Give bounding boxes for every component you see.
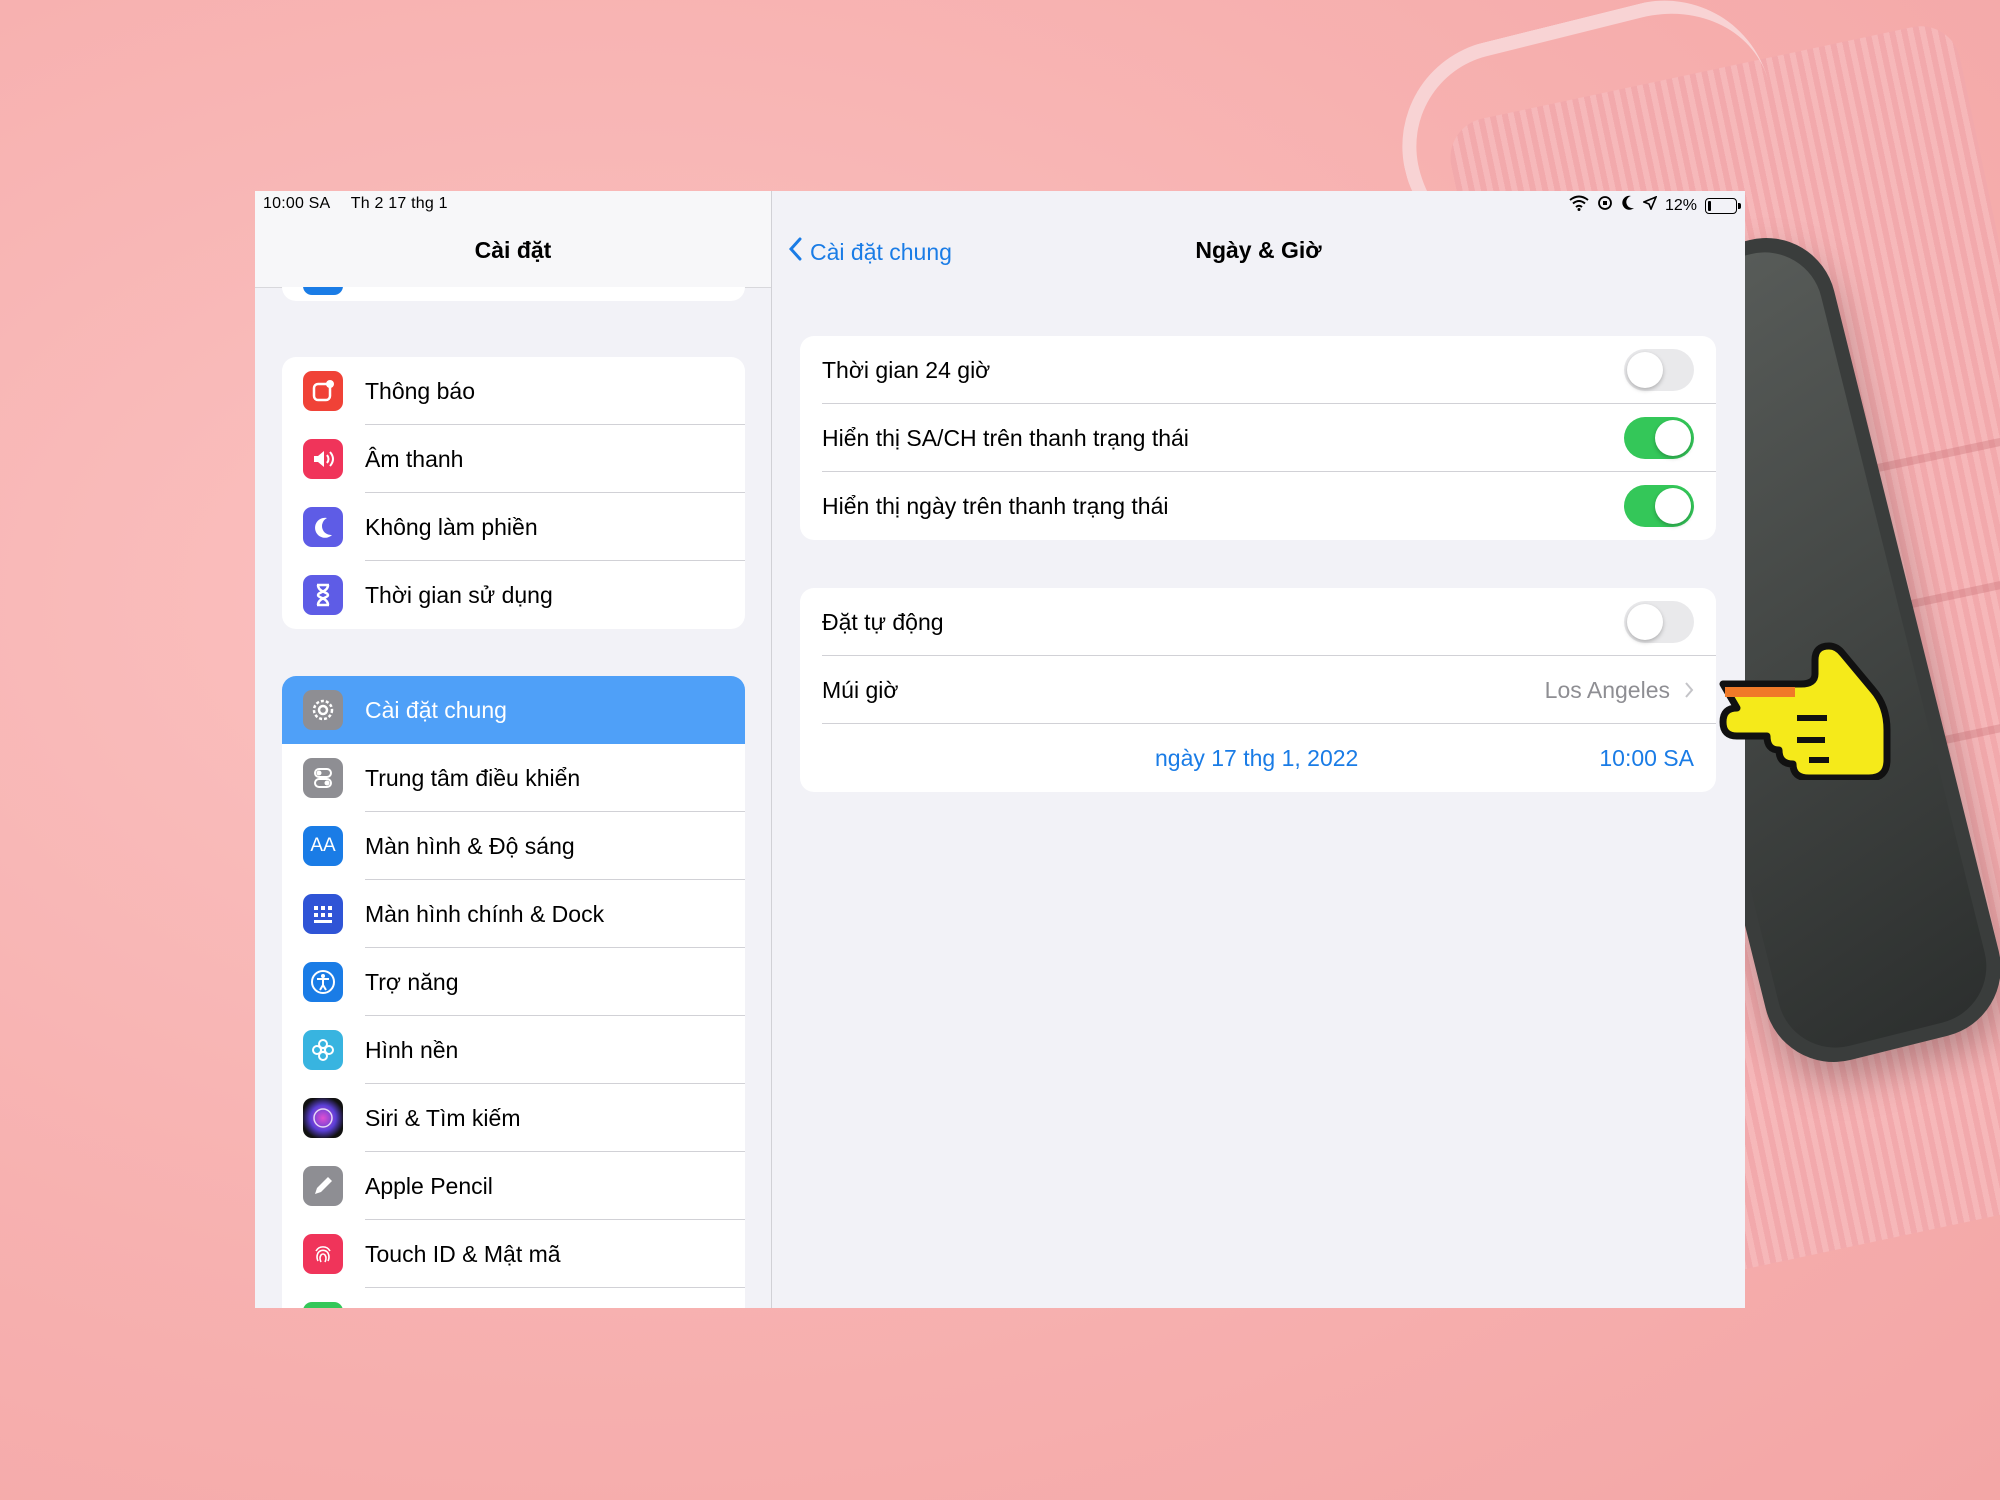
- wifi-icon: [1569, 195, 1589, 216]
- row-show-date: Hiển thị ngày trên thanh trạng thái: [800, 472, 1716, 540]
- fingerprint-icon: [303, 1234, 343, 1274]
- siri-icon: [303, 1098, 343, 1138]
- sidebar-item-notifications[interactable]: Thông báo: [282, 357, 745, 425]
- sidebar-item-siri-search[interactable]: Siri & Tìm kiếm: [282, 1084, 745, 1152]
- toggles-icon: [303, 758, 343, 798]
- settings-sidebar: 10:00 SA Th 2 17 thg 1 Cài đặt Thông báo…: [255, 191, 772, 1308]
- location-arrow-icon: [1641, 195, 1658, 215]
- sidebar-item-label: Trung tâm điều khiển: [365, 764, 581, 791]
- speaker-icon: [303, 439, 343, 479]
- time-zone-card: Đặt tự động Múi giờ Los Angeles ngày 17 …: [800, 588, 1716, 792]
- sidebar-title: Cài đặt: [474, 237, 552, 263]
- sidebar-item-label: Touch ID & Mật mã: [365, 1240, 561, 1267]
- sidebar-item-label: Hình nền: [365, 1036, 459, 1063]
- sidebar-item-control-center[interactable]: Trung tâm điều khiển: [282, 744, 745, 812]
- sidebar-item-touch-id[interactable]: Touch ID & Mật mã: [282, 1220, 745, 1288]
- sidebar-item-label: Không làm phiền: [365, 513, 538, 540]
- status-time: 10:00 SA: [263, 195, 331, 212]
- sidebar-header: 10:00 SA Th 2 17 thg 1 Cài đặt: [255, 191, 771, 288]
- time-format-card: Thời gian 24 giờ Hiển thị SA/CH trên tha…: [800, 336, 1716, 540]
- row-label: Thời gian 24 giờ: [822, 356, 991, 383]
- battery-app-icon: [303, 1302, 343, 1308]
- time-picker-button[interactable]: 10:00 SA: [1599, 745, 1694, 772]
- battery-percent: 12%: [1664, 196, 1697, 214]
- sidebar-item-label: Màn hình & Độ sáng: [365, 832, 575, 859]
- pointing-hand-icon: [1719, 642, 1891, 780]
- sidebar-item-label: Âm thanh: [365, 445, 464, 472]
- moon-icon: [303, 507, 343, 547]
- row-24-hour-time: Thời gian 24 giờ: [800, 336, 1716, 404]
- sidebar-item-label: Apple Pencil: [365, 1172, 493, 1199]
- sidebar-item-display-brightness[interactable]: AA Màn hình & Độ sáng: [282, 812, 745, 880]
- battery-icon: [1705, 197, 1741, 214]
- sidebar-group-notifications: Thông báo Âm thanh Không làm phiền Thời …: [282, 357, 745, 629]
- sidebar-item-wallpaper[interactable]: Hình nền: [282, 1016, 745, 1084]
- row-show-am-pm: Hiển thị SA/CH trên thanh trạng thái: [800, 404, 1716, 472]
- toggle-24-hour[interactable]: [1624, 349, 1694, 391]
- row-label: Đặt tự động: [822, 608, 944, 635]
- sidebar-item-label: Thời gian sử dụng: [365, 581, 553, 608]
- sidebar-item-sounds[interactable]: Âm thanh: [282, 425, 745, 493]
- status-bar-left: 10:00 SA Th 2 17 thg 1: [263, 195, 464, 213]
- date-picker-button[interactable]: ngày 17 thg 1, 2022: [1155, 745, 1358, 772]
- app-grid-icon: [303, 894, 343, 934]
- row-time-zone[interactable]: Múi giờ Los Angeles: [800, 656, 1716, 724]
- pencil-icon: [303, 1166, 343, 1206]
- sidebar-item-home-screen-dock[interactable]: Màn hình chính & Dock: [282, 880, 745, 948]
- toggle-show-date[interactable]: [1624, 485, 1694, 527]
- hourglass-icon: [303, 575, 343, 615]
- status-bar-right: 12%: [1569, 195, 1741, 216]
- sidebar-group-general: Cài đặt chung Trung tâm điều khiển AA Mà…: [282, 676, 745, 1308]
- orientation-lock-icon: [1597, 195, 1613, 216]
- row-date-time-picker: ngày 17 thg 1, 2022 10:00 SA: [800, 724, 1716, 792]
- scrolled-group-fragment: [282, 287, 745, 301]
- ipad-screen: 10:00 SA Th 2 17 thg 1 Cài đặt Thông báo…: [255, 191, 1745, 1308]
- status-date: Th 2 17 thg 1: [350, 195, 448, 212]
- sidebar-item-apple-pencil[interactable]: Apple Pencil: [282, 1152, 745, 1220]
- sidebar-item-label: Màn hình chính & Dock: [365, 900, 605, 927]
- date-time-detail: 12% Cài đặt chung Ngày & Giờ Thời gian 2…: [772, 191, 1745, 1308]
- text-size-icon: AA: [303, 826, 343, 866]
- sidebar-item-partial[interactable]: [282, 1288, 745, 1308]
- toggle-show-am-pm[interactable]: [1624, 417, 1694, 459]
- accessibility-icon: [303, 962, 343, 1002]
- row-set-automatically: Đặt tự động: [800, 588, 1716, 656]
- sidebar-item-label: Trợ năng: [365, 968, 459, 995]
- sidebar-item-do-not-disturb[interactable]: Không làm phiền: [282, 493, 745, 561]
- page-title: Ngày & Giờ: [1195, 237, 1322, 263]
- sidebar-item-accessibility[interactable]: Trợ năng: [282, 948, 745, 1016]
- row-label: Hiển thị SA/CH trên thanh trạng thái: [822, 424, 1189, 451]
- row-label: Hiển thị ngày trên thanh trạng thái: [822, 492, 1169, 519]
- gear-icon: [303, 690, 343, 730]
- sidebar-item-label: Siri & Tìm kiếm: [365, 1104, 521, 1131]
- sidebar-item-label: Cài đặt chung: [365, 696, 507, 723]
- toggle-set-automatically[interactable]: [1624, 601, 1694, 643]
- flower-icon: [303, 1030, 343, 1070]
- sidebar-item-screen-time[interactable]: Thời gian sử dụng: [282, 561, 745, 629]
- sidebar-item-general[interactable]: Cài đặt chung: [282, 676, 745, 744]
- sidebar-item-label: Thông báo: [365, 377, 475, 404]
- moon-icon: [1621, 195, 1635, 216]
- notifications-icon: [303, 371, 343, 411]
- chevron-right-icon: [1684, 675, 1694, 706]
- time-zone-value: Los Angeles: [1544, 676, 1670, 703]
- row-label: Múi giờ: [822, 676, 899, 703]
